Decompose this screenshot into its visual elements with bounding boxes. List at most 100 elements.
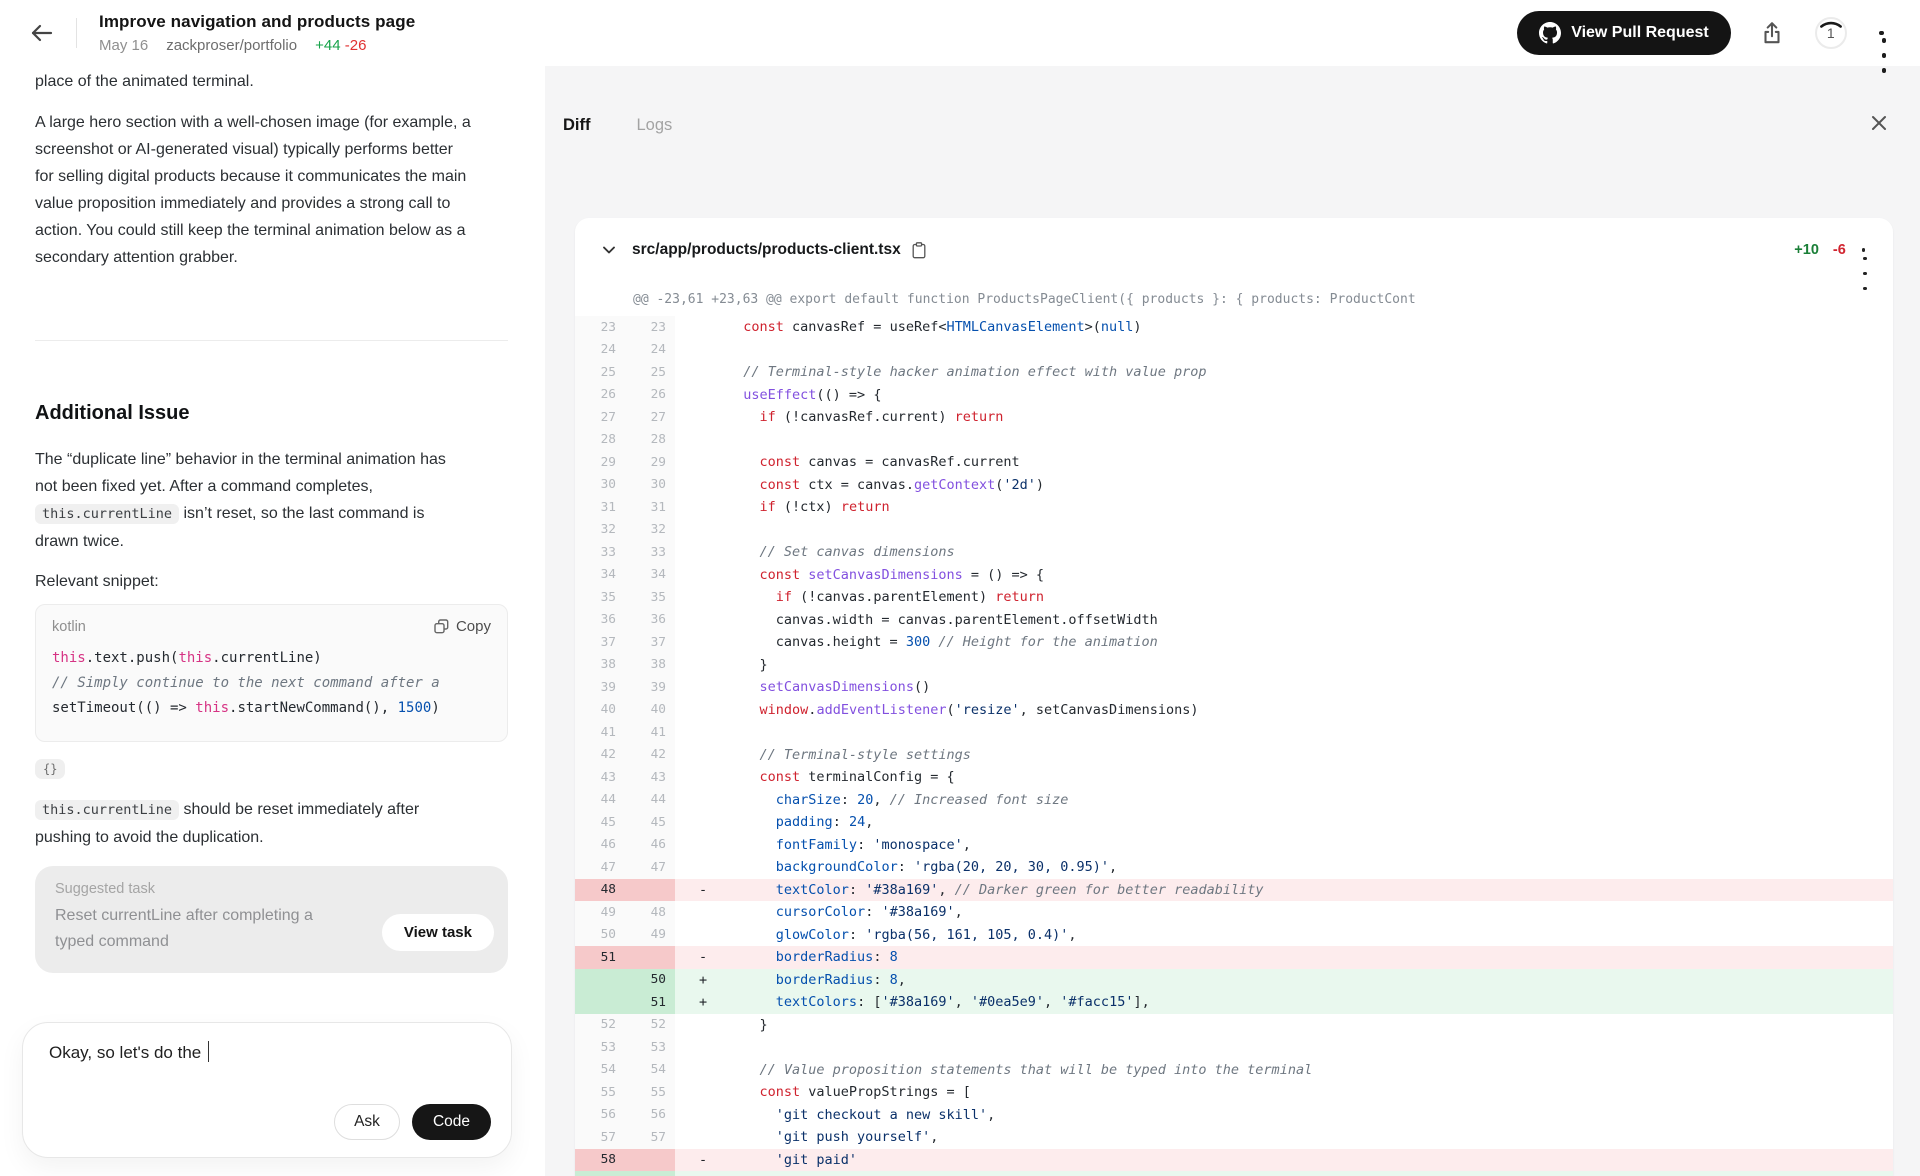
diff-row: 5252 } [575, 1014, 1893, 1037]
braces-chip[interactable]: {} [35, 759, 65, 779]
diff-row: 4747 backgroundColor: 'rgba(20, 20, 30, … [575, 856, 1893, 879]
diff-row: 3030 const ctx = canvas.getContext('2d') [575, 474, 1893, 497]
diff-row: 58- 'git paid' [575, 1149, 1893, 1172]
close-icon [1868, 112, 1890, 134]
chat-input-value[interactable]: Okay, so let's do the [49, 1041, 485, 1063]
file-stats: +10 -6 [1794, 242, 1867, 258]
snippet-line: this.text.push(this.currentLine) [52, 646, 491, 671]
diff-rows: 2323 const canvasRef = useRef<HTMLCanvas… [575, 316, 1893, 1176]
diff-row: 4646 fontFamily: 'monospace', [575, 834, 1893, 857]
session-date: May 16 [99, 37, 148, 54]
panel-tabs: Diff Logs [563, 116, 672, 135]
tab-logs[interactable]: Logs [637, 116, 673, 135]
diff-row: 2525 // Terminal-style hacker animation … [575, 361, 1893, 384]
diff-row: 4141 [575, 721, 1893, 744]
diff-row: 2626 useEffect(() => { [575, 384, 1893, 407]
clipped-paragraph: place of the animated terminal. [35, 68, 471, 95]
diff-row: 3636 canvas.width = canvas.parentElement… [575, 609, 1893, 632]
back-button[interactable] [22, 13, 62, 53]
diff-row: 2323 const canvasRef = useRef<HTMLCanvas… [575, 316, 1893, 339]
file-more-button[interactable] [1860, 248, 1867, 252]
back-arrow-icon [29, 20, 55, 46]
session-count-badge[interactable]: 1 [1813, 15, 1849, 51]
diff-row: 4343 const terminalConfig = { [575, 766, 1893, 789]
top-header: Improve navigation and products page May… [0, 0, 1920, 66]
snippet-line: // Simply continue to the next command a… [52, 671, 491, 696]
view-pull-request-label: View Pull Request [1571, 24, 1709, 42]
view-task-button[interactable]: View task [382, 914, 494, 951]
diff-row: 51- borderRadius: 8 [575, 946, 1893, 969]
diff-row: 2929 const canvas = canvasRef.current [575, 451, 1893, 474]
note-paragraph: this.currentLine should be reset immedia… [35, 796, 471, 851]
share-icon [1759, 20, 1785, 46]
diff-row: 58+ 'git paid', [575, 1171, 1893, 1176]
diff-row: 51+ textColors: ['#38a169', '#0ea5e9', '… [575, 991, 1893, 1014]
diff-row: 3131 if (!ctx) return [575, 496, 1893, 519]
snippet-line: setTimeout(() => this.startNewCommand(),… [52, 696, 491, 721]
diff-file-header[interactable]: src/app/products/products-client.tsx +10… [575, 218, 1893, 282]
diff-row: 3333 // Set canvas dimensions [575, 541, 1893, 564]
copy-icon [434, 619, 449, 634]
chevron-down-icon[interactable] [601, 242, 617, 258]
code-snippet-block: kotlin Copy this.text.push(this.currentL… [35, 604, 508, 742]
diff-row: 50+ borderRadius: 8, [575, 969, 1893, 992]
diff-row: 2424 [575, 339, 1893, 362]
issue-paragraph: The “duplicate line” behavior in the ter… [35, 446, 471, 555]
additions-count: +44 [315, 37, 340, 54]
copy-snippet-button[interactable]: Copy [434, 618, 491, 635]
diff-row: 3434 const setCanvasDimensions = () => { [575, 564, 1893, 587]
diff-row: 3838 } [575, 654, 1893, 677]
chat-input-box[interactable]: Okay, so let's do the Ask Code [22, 1022, 512, 1158]
diff-row: 4444 charSize: 20, // Increased font siz… [575, 789, 1893, 812]
view-pull-request-button[interactable]: View Pull Request [1517, 11, 1731, 55]
diff-row: 3939 setCanvasDimensions() [575, 676, 1893, 699]
diff-row: 2828 [575, 429, 1893, 452]
header-divider [76, 18, 77, 48]
tab-diff[interactable]: Diff [563, 116, 591, 135]
page-title: Improve navigation and products page [99, 12, 415, 32]
file-deletions: -6 [1833, 242, 1846, 258]
diff-row: 5353 [575, 1036, 1893, 1059]
hunk-text: @@ -23,61 +23,63 @@ export default funct… [633, 292, 1416, 307]
diff-row: 4545 padding: 24, [575, 811, 1893, 834]
diff-row: 5049 glowColor: 'rgba(56, 161, 105, 0.4)… [575, 924, 1893, 947]
diff-row: 5656 'git checkout a new skill', [575, 1104, 1893, 1127]
snippet-code: this.text.push(this.currentLine)// Simpl… [36, 637, 507, 741]
header-subtitle: May 16 zackproser/portfolio +44 -26 [99, 37, 415, 54]
inline-code-chip: this.currentLine [35, 504, 179, 524]
diff-row: 48- textColor: '#38a169', // Darker gree… [575, 879, 1893, 902]
diff-card: src/app/products/products-client.tsx +10… [575, 218, 1893, 1176]
chat-actions: Ask Code [334, 1104, 491, 1140]
header-titles: Improve navigation and products page May… [99, 12, 415, 54]
inline-code-chip: this.currentLine [35, 800, 179, 820]
diff-panel: Diff Logs src/app/products/products-clie… [545, 66, 1920, 1176]
share-button[interactable] [1759, 20, 1785, 46]
ellipsis-icon [1862, 248, 1866, 252]
github-icon [1539, 22, 1561, 44]
copy-label: Copy [456, 618, 491, 635]
snippet-language: kotlin [52, 619, 86, 635]
snippet-header: kotlin Copy [36, 605, 507, 637]
header-actions: View Pull Request 1 [1517, 0, 1886, 66]
diff-row: 3737 canvas.height = 300 // Height for t… [575, 631, 1893, 654]
diff-row: 4242 // Terminal-style settings [575, 744, 1893, 767]
repo-name[interactable]: zackproser/portfolio [166, 37, 297, 54]
close-panel-button[interactable] [1868, 112, 1890, 134]
suggested-task-card: Suggested task Reset currentLine after c… [35, 866, 508, 973]
app-root: Improve navigation and products page May… [0, 0, 1920, 1176]
file-path: src/app/products/products-client.tsx [632, 241, 901, 259]
diff-row: 5454 // Value proposition statements tha… [575, 1059, 1893, 1082]
diff-row: 4040 window.addEventListener('resize', s… [575, 699, 1893, 722]
diff-row: 5757 'git push yourself', [575, 1126, 1893, 1149]
diff-row: 3535 if (!canvas.parentElement) return [575, 586, 1893, 609]
more-menu-button[interactable] [1877, 31, 1886, 36]
suggested-task-text: Reset currentLine after completing a typ… [55, 903, 333, 955]
section-heading: Additional Issue [35, 402, 508, 425]
suggested-task-label: Suggested task [55, 881, 488, 897]
copy-path-icon[interactable] [912, 242, 926, 259]
code-button[interactable]: Code [412, 1104, 491, 1140]
diff-row: 5555 const valuePropStrings = [ [575, 1081, 1893, 1104]
ask-button[interactable]: Ask [334, 1104, 400, 1140]
deletions-count: -26 [345, 37, 367, 54]
conversation-panel: place of the animated terminal. A large … [0, 66, 545, 1176]
